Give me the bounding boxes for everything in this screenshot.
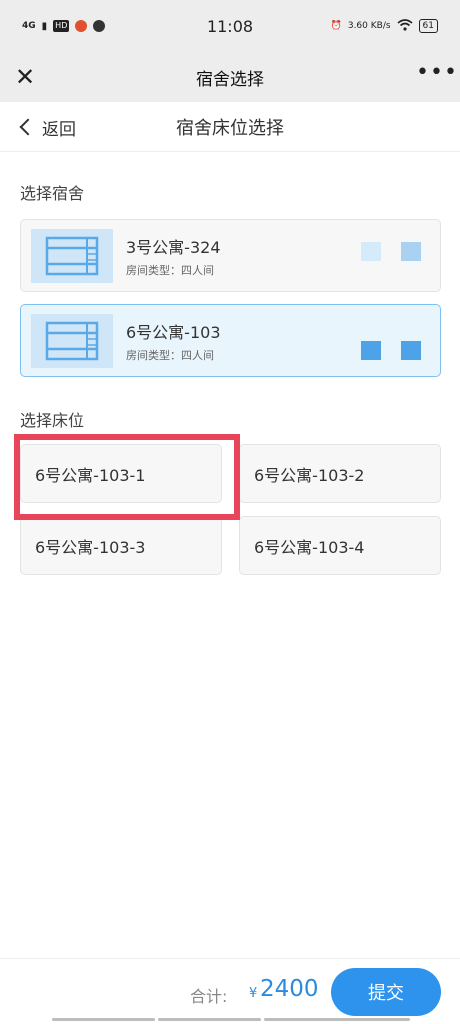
total-amount: 2400 <box>260 976 319 1002</box>
net-speed: 3.60 KB/s <box>347 21 391 31</box>
bottom-bar: 合计: ¥ 2400 提交 <box>0 958 460 1024</box>
signal-indicator: 4G <box>22 21 36 31</box>
dorm-card-2[interactable]: 6号公寓-103 房间类型：四人间 <box>20 304 441 377</box>
chevron-left-icon <box>19 118 37 136</box>
status-bar: 4G ▮ HD 11:08 ⏰ 3.60 KB/s 61 <box>0 0 460 52</box>
status-right: ⏰ 3.60 KB/s 61 <box>330 18 438 34</box>
submit-button[interactable]: 提交 <box>331 968 441 1016</box>
compass-icon <box>93 20 106 32</box>
back-button[interactable]: 返回 <box>19 113 76 141</box>
app-notification-icon <box>75 20 88 32</box>
dorm-type: 房间类型：四人间 <box>126 349 214 362</box>
dorm-name: 3号公寓-324 <box>126 238 221 257</box>
bed-option-2[interactable]: 6号公寓-103-2 <box>239 444 441 503</box>
bed-option-3[interactable]: 6号公寓-103-3 <box>20 516 222 575</box>
blurred-mark <box>361 242 381 261</box>
wifi-icon <box>397 18 413 34</box>
page-title: 宿舍床位选择 <box>176 117 284 139</box>
dorm-type: 房间类型：四人间 <box>126 264 214 277</box>
signal-bars-icon: ▮ <box>41 20 48 32</box>
bed-option-1[interactable]: 6号公寓-103-1 <box>20 444 222 503</box>
nav-indicator <box>264 1018 410 1021</box>
back-label: 返回 <box>42 119 76 140</box>
dorm-card-1[interactable]: 3号公寓-324 房间类型：四人间 <box>20 219 441 292</box>
battery-indicator: 61 <box>418 19 438 33</box>
bunk-bed-icon <box>31 229 113 283</box>
bunk-bed-icon <box>31 314 113 368</box>
blurred-mark <box>361 341 381 360</box>
more-options-icon[interactable]: ••• <box>416 62 457 90</box>
dorm-section-label: 选择宿舍 <box>20 184 85 203</box>
currency-symbol: ¥ <box>249 986 258 1001</box>
wx-title: 宿舍选择 <box>196 69 264 90</box>
blurred-mark <box>401 341 421 360</box>
nav-indicator <box>52 1018 155 1021</box>
dorm-name: 6号公寓-103 <box>126 323 221 342</box>
nav-indicator <box>158 1018 261 1021</box>
close-icon[interactable]: ✕ <box>12 64 38 90</box>
hd-badge: HD <box>53 20 70 32</box>
status-left: 4G ▮ HD <box>22 20 106 32</box>
wx-header: ✕ 宿舍选择 ••• <box>0 52 460 102</box>
blurred-mark <box>401 242 421 261</box>
bed-section-label: 选择床位 <box>20 411 85 430</box>
alarm-icon: ⏰ <box>330 21 342 31</box>
bed-option-4[interactable]: 6号公寓-103-4 <box>239 516 441 575</box>
page-header: 返回 宿舍床位选择 <box>0 102 460 152</box>
total-label: 合计: <box>190 987 228 1006</box>
